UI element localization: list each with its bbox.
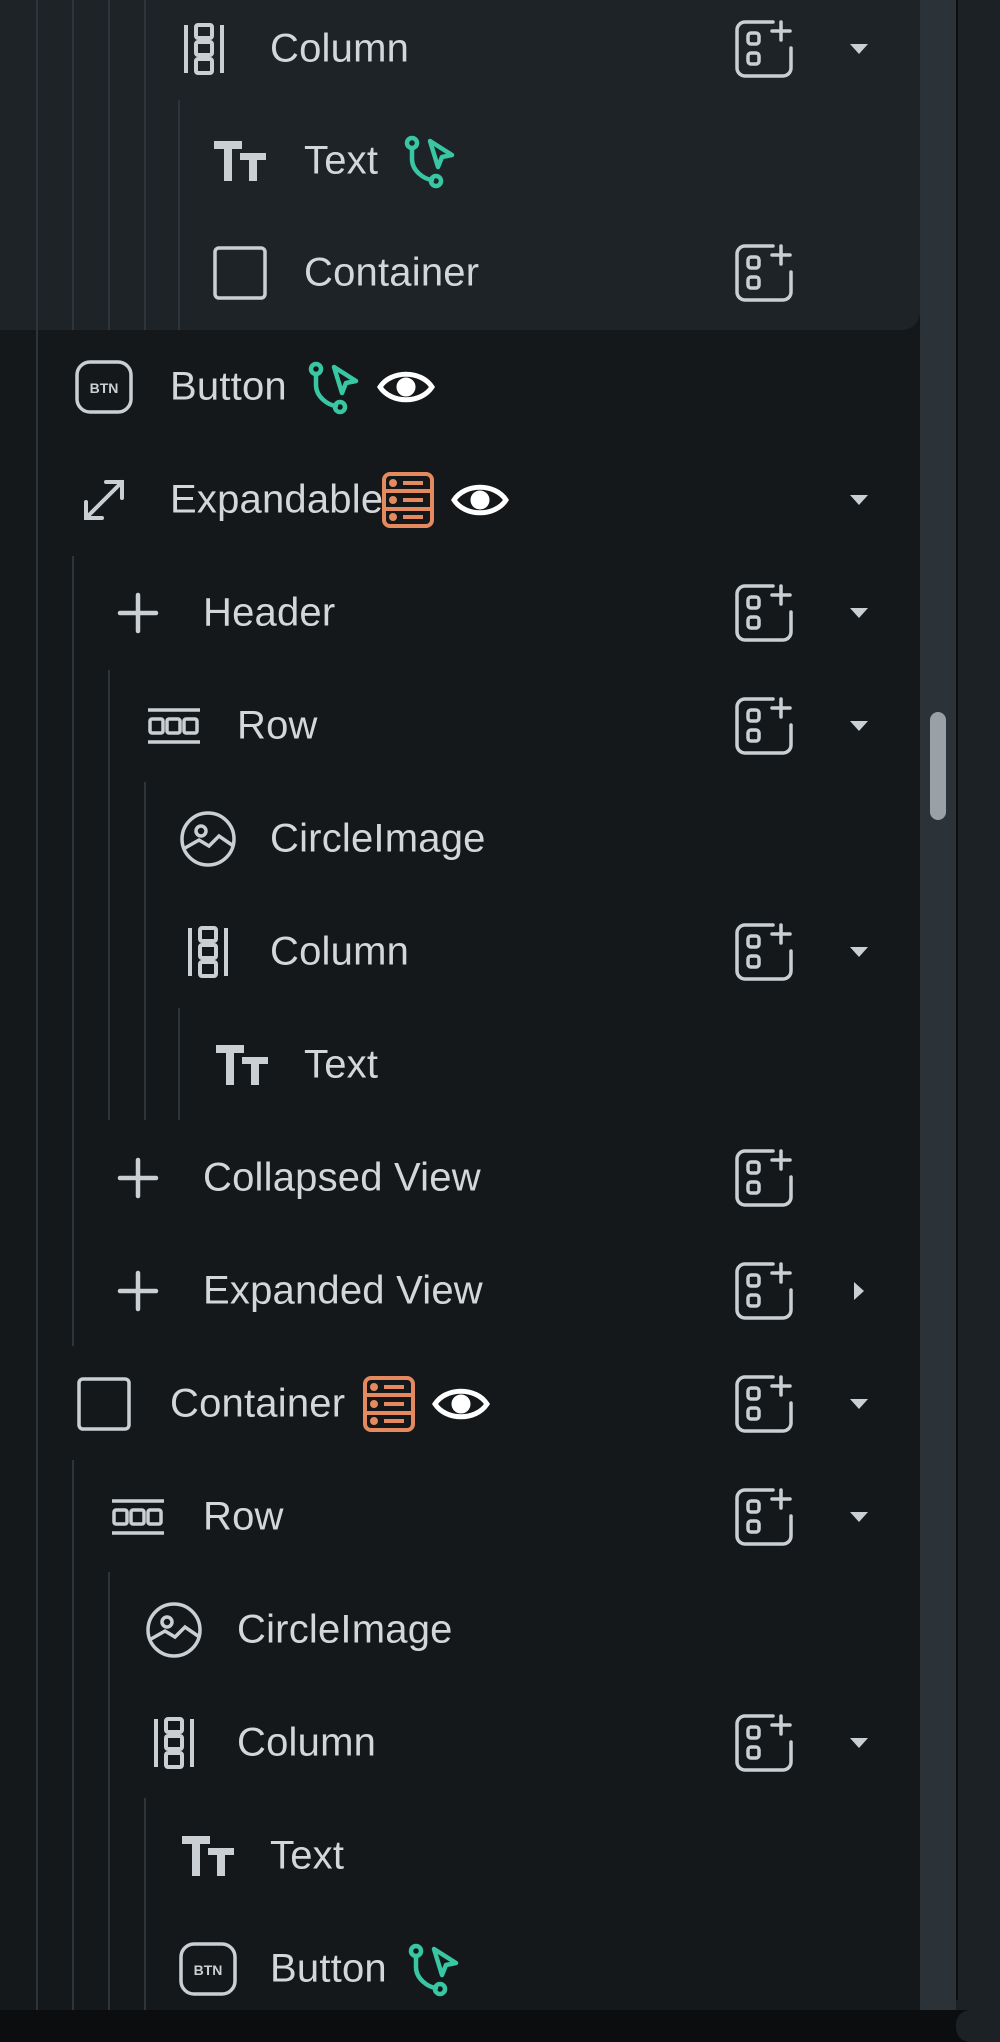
container-icon (74, 1374, 134, 1434)
database-icon (359, 1374, 419, 1434)
tree-item-expandable[interactable]: Expandable (0, 443, 920, 556)
tree-item-label: Header (203, 590, 336, 634)
chevron-down-icon[interactable] (846, 487, 872, 513)
tree-item-label: Row (203, 1494, 284, 1538)
row-icon (144, 696, 204, 756)
add-child-widget-button[interactable] (732, 1259, 796, 1323)
chevron-right-icon[interactable] (846, 1278, 872, 1304)
tree-item-label: Text (270, 1833, 345, 1877)
svg-text:BTN: BTN (194, 1962, 223, 1978)
text-icon (212, 1035, 272, 1095)
eye-icon[interactable] (431, 1374, 491, 1434)
database-icon (378, 470, 438, 530)
chevron-down-icon[interactable] (846, 713, 872, 739)
action-flow-icon (404, 1939, 464, 1999)
tree-item-text[interactable]: Text (0, 1799, 920, 1912)
tree-item-label: Row (237, 703, 318, 747)
add-child-widget-button[interactable] (732, 581, 796, 645)
tree-item-button[interactable]: BTN Button (0, 1912, 920, 2025)
widget-tree-panel: Column Text Container BTN Button Expandable He… (0, 0, 920, 2042)
tree-item-label: Container (304, 250, 480, 294)
eye-icon[interactable] (450, 470, 510, 530)
tree-item-label: Button (270, 1946, 387, 1990)
container-icon (210, 243, 270, 303)
add-child-widget-button[interactable] (732, 17, 796, 81)
add-child-widget-button[interactable] (732, 1146, 796, 1210)
scrollbar-thumb[interactable] (930, 712, 946, 820)
expand-icon (74, 470, 134, 530)
tree-item-label: Container (170, 1381, 346, 1425)
tree-item-label: Collapsed View (203, 1155, 481, 1199)
tree-item-row[interactable]: Row (0, 1460, 920, 1573)
tree-item-expanded-view[interactable]: Expanded View (0, 1234, 920, 1347)
tree-item-label: CircleImage (270, 816, 486, 860)
add-child-widget-button[interactable] (732, 920, 796, 984)
chevron-down-icon[interactable] (846, 1504, 872, 1530)
tree-item-container[interactable]: Container (0, 1347, 920, 1460)
eye-icon[interactable] (376, 357, 436, 417)
tree-item-label: CircleImage (237, 1607, 453, 1651)
chevron-down-icon[interactable] (846, 939, 872, 965)
tree-item-text[interactable]: Text (0, 1008, 920, 1121)
button-icon: BTN (178, 1939, 238, 1999)
tree-item-label: Text (304, 138, 379, 182)
plus-icon (108, 1261, 168, 1321)
column-icon (174, 19, 234, 79)
chevron-down-icon[interactable] (846, 36, 872, 62)
tree-item-circleimage[interactable]: CircleImage (0, 1573, 920, 1686)
tree-item-label: Expandable (170, 477, 384, 521)
action-flow-icon (400, 131, 460, 191)
add-child-widget-button[interactable] (732, 1711, 796, 1775)
column-icon (178, 922, 238, 982)
plus-icon (108, 583, 168, 643)
tree-item-container[interactable]: Container (0, 216, 920, 329)
button-icon: BTN (74, 357, 134, 417)
bottom-corner (956, 2010, 1000, 2042)
add-child-widget-button[interactable] (732, 1485, 796, 1549)
tree-item-collapsed-view[interactable]: Collapsed View (0, 1121, 920, 1234)
scrollbar-track[interactable] (920, 0, 956, 2042)
action-flow-icon (304, 357, 364, 417)
tree-item-label: Column (270, 929, 410, 973)
tree-item-label: Column (237, 1720, 377, 1764)
text-icon (210, 131, 270, 191)
add-child-widget-button[interactable] (732, 1372, 796, 1436)
tree-item-column[interactable]: Column (0, 0, 920, 105)
column-icon (144, 1713, 204, 1773)
plus-icon (108, 1148, 168, 1208)
add-child-widget-button[interactable] (732, 694, 796, 758)
tree-item-label: Expanded View (203, 1268, 483, 1312)
chevron-down-icon[interactable] (846, 1391, 872, 1417)
tree-item-text[interactable]: Text (0, 104, 920, 217)
chevron-down-icon[interactable] (846, 1730, 872, 1756)
tree-item-header[interactable]: Header (0, 556, 920, 669)
tree-item-column[interactable]: Column (0, 1686, 920, 1799)
svg-text:BTN: BTN (90, 380, 119, 396)
tree-item-label: Text (304, 1042, 379, 1086)
adjacent-panel-edge (956, 0, 1000, 2042)
tree-item-row[interactable]: Row (0, 669, 920, 782)
tree-item-circleimage[interactable]: CircleImage (0, 782, 920, 895)
panel-divider (956, 0, 958, 2000)
circle-image-icon (144, 1600, 204, 1660)
tree-item-column[interactable]: Column (0, 895, 920, 1008)
tree-item-button[interactable]: BTN Button (0, 330, 920, 443)
chevron-down-icon[interactable] (846, 600, 872, 626)
tree-item-label: Column (270, 26, 410, 70)
row-icon (108, 1487, 168, 1547)
add-child-widget-button[interactable] (732, 241, 796, 305)
bottom-border (0, 2010, 1000, 2042)
tree-item-label: Button (170, 364, 287, 408)
text-icon (178, 1826, 238, 1886)
circle-image-icon (178, 809, 238, 869)
